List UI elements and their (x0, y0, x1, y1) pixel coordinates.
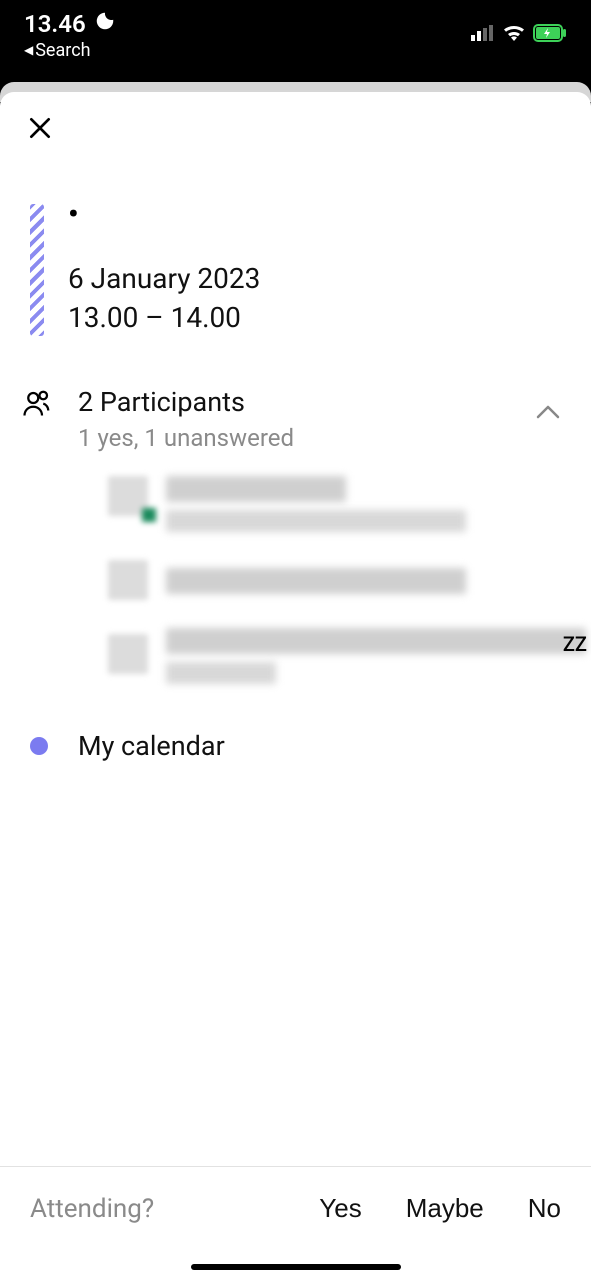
event-date: 6 January 2023 (68, 262, 567, 295)
status-bar: 13.46 ◀ Search (0, 0, 591, 70)
event-info-section: • 6 January 2023 13.00 – 14.00 (0, 144, 591, 336)
rsvp-yes-button[interactable]: Yes (319, 1193, 361, 1224)
calendar-label: My calendar (78, 730, 225, 762)
participant-row[interactable] (108, 560, 567, 600)
participants-status: 1 yes, 1 unanswered (78, 424, 509, 452)
participants-section: 2 Participants 1 yes, 1 unanswered (0, 336, 591, 712)
calendar-color-dot (30, 737, 48, 755)
participants-title: 2 Participants (78, 386, 509, 418)
participant-avatar (108, 476, 148, 516)
home-indicator[interactable] (191, 1264, 401, 1270)
chevron-up-icon (535, 404, 561, 420)
participant-name-redacted (166, 476, 346, 502)
event-detail-sheet: • 6 January 2023 13.00 – 14.00 2 Partici… (0, 92, 591, 1280)
participant-zz-label: ZZ (563, 632, 587, 656)
collapse-participants-button[interactable] (535, 386, 567, 424)
close-button[interactable] (24, 112, 56, 144)
status-left: 13.46 ◀ Search (24, 10, 116, 61)
participant-email-redacted (166, 510, 466, 532)
sheet-header (0, 92, 591, 144)
participants-header[interactable]: 2 Participants 1 yes, 1 unanswered (22, 386, 567, 452)
battery-charging-icon (533, 24, 567, 46)
participant-list: ZZ (22, 452, 567, 684)
participant-name-redacted (166, 628, 586, 654)
back-label: Search (35, 40, 90, 61)
people-icon (22, 388, 52, 422)
event-time: 13.00 – 14.00 (68, 301, 567, 334)
participant-avatar (108, 634, 148, 674)
rsvp-no-button[interactable]: No (528, 1193, 561, 1224)
event-color-stripe (30, 204, 44, 336)
rsvp-footer: Attending? Yes Maybe No (0, 1166, 591, 1280)
calendar-row[interactable]: My calendar (0, 712, 591, 762)
participant-detail-redacted (166, 662, 276, 684)
status-indicator (142, 508, 156, 522)
cellular-signal-icon (471, 25, 495, 45)
wifi-icon (503, 25, 525, 45)
status-time: 13.46 (24, 10, 86, 38)
rsvp-label: Attending? (30, 1194, 154, 1224)
status-right (471, 24, 567, 46)
back-to-search[interactable]: ◀ Search (24, 40, 116, 61)
participant-row[interactable] (108, 476, 567, 532)
rsvp-maybe-button[interactable]: Maybe (406, 1193, 484, 1224)
participant-name-redacted (166, 568, 466, 594)
participant-avatar (108, 560, 148, 600)
close-icon (27, 115, 53, 141)
event-title: • (68, 200, 567, 230)
do-not-disturb-icon (94, 10, 116, 38)
participant-row[interactable]: ZZ (108, 628, 567, 684)
back-triangle-icon: ◀ (24, 43, 33, 57)
